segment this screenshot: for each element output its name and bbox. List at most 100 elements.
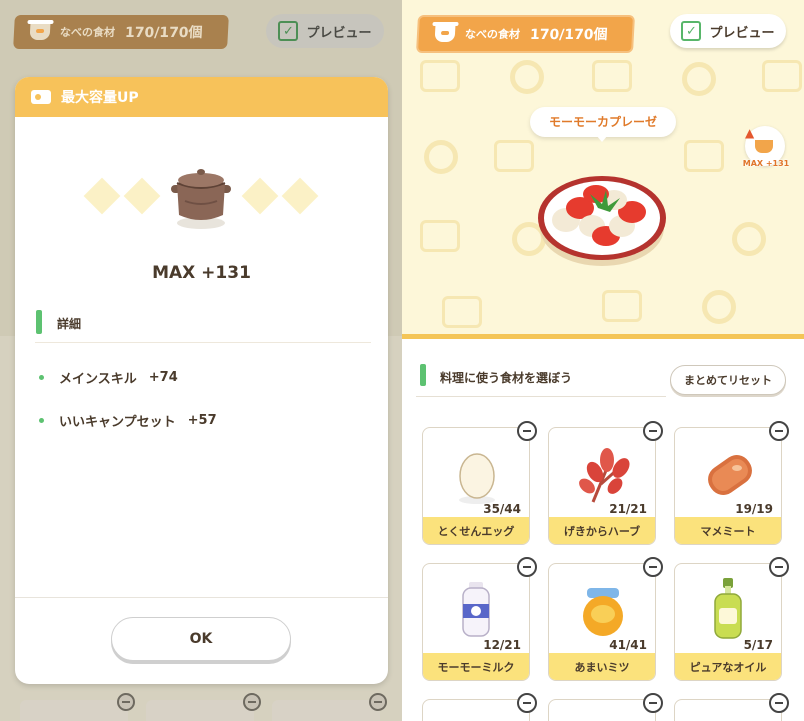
pot-icon	[755, 140, 773, 153]
sparkle-diamond	[123, 177, 161, 215]
bg-pattern	[494, 140, 534, 172]
ingredient-quantity: 12/21	[483, 638, 521, 652]
ingredient-quantity: 5/17	[743, 638, 773, 652]
ok-button[interactable]: OK	[111, 617, 291, 661]
bg-pattern	[762, 60, 802, 92]
ingredient-quantity: 35/44	[483, 502, 521, 516]
ingredient-card[interactable]	[674, 699, 782, 721]
pot-icon	[29, 24, 51, 40]
ingredient-card[interactable]	[422, 699, 530, 721]
ingredient-card[interactable]	[548, 699, 656, 721]
minus-icon[interactable]	[769, 421, 789, 441]
max-capacity-modal: 最大容量UP MAX +131 詳細 メインスキル +74 いいキャンプセット …	[15, 77, 388, 684]
preview-toggle-dimmed: ✓ プレビュー	[266, 14, 384, 48]
arrow-up-icon: ▲	[745, 126, 755, 140]
bubble-tail	[596, 135, 608, 142]
pot-icon	[434, 26, 456, 42]
ingredient-name: とくせんエッグ	[423, 517, 529, 544]
bonus-value: +57	[187, 413, 217, 428]
caprese-dish-icon	[538, 176, 666, 266]
ingredient-card[interactable]: 12/21 モーモーミルク	[422, 563, 530, 681]
section-divider	[402, 334, 804, 339]
minus-icon[interactable]	[517, 557, 537, 577]
bg-pattern	[592, 60, 632, 92]
bonus-value: +74	[148, 370, 178, 385]
ingredient-card-dimmed	[146, 700, 254, 721]
ingredient-card[interactable]: 21/21 げきからハーブ	[548, 427, 656, 545]
sparkle-diamond	[83, 177, 121, 215]
minus-icon[interactable]	[517, 693, 537, 713]
preview-toggle[interactable]: ✓ プレビュー	[670, 14, 786, 48]
reset-all-button[interactable]: まとめてリセット	[670, 365, 786, 395]
ingredient-card[interactable]: 19/19 マメミート	[674, 427, 782, 545]
pot-count: 170/170個	[529, 27, 608, 43]
bonus-label: いいキャンプセット	[59, 415, 176, 430]
minus-icon[interactable]	[517, 421, 537, 441]
minus-icon[interactable]	[769, 693, 789, 713]
pot-capacity-pill: なべの食材 170/170個	[416, 15, 635, 53]
ingredient-card[interactable]: 41/41 あまいミツ	[548, 563, 656, 681]
bg-pattern	[510, 60, 544, 94]
minus-icon	[369, 693, 387, 711]
ingredient-name: げきからハーブ	[549, 517, 655, 544]
checkbox-icon: ✓	[681, 21, 702, 41]
max-capacity-value: MAX +131	[152, 263, 251, 283]
ingredient-name: ピュアなオイル	[675, 653, 781, 680]
ingredient-card[interactable]: 35/44 とくせんエッグ	[422, 427, 530, 545]
section-title: 料理に使う食材を選ぼう	[440, 371, 573, 385]
ingredient-quantity: 21/21	[609, 502, 647, 516]
ingredient-name: あまいミツ	[549, 653, 655, 680]
sparkle-diamond	[281, 177, 319, 215]
bg-pattern	[682, 62, 716, 96]
sparkle-diamond	[241, 177, 279, 215]
right-screen: なべの食材 170/170個 ✓ プレビュー モーモーカプレーゼ ▲ MAX +…	[402, 0, 804, 721]
minus-icon[interactable]	[643, 421, 663, 441]
ingredient-card[interactable]: 5/17 ピュアなオイル	[674, 563, 782, 681]
detail-accent-bar	[36, 310, 42, 334]
preview-label: プレビュー	[709, 25, 775, 41]
ingredient-quantity: 41/41	[609, 638, 647, 652]
max-capacity-badge[interactable]: ▲ MAX +131	[742, 124, 790, 174]
bullet-icon	[39, 418, 44, 423]
bg-pattern	[684, 140, 724, 172]
bonus-label: メインスキル	[59, 372, 137, 387]
divider	[35, 342, 371, 343]
checkbox-icon: ✓	[278, 21, 299, 41]
ingredient-name: モーモーミルク	[423, 653, 529, 680]
pot-label: なべの食材	[59, 26, 116, 39]
preview-label: プレビュー	[306, 25, 372, 41]
minus-icon	[117, 693, 135, 711]
ingredient-card-dimmed	[20, 700, 128, 721]
bg-pattern	[442, 296, 482, 328]
modal-title: 最大容量UP	[61, 90, 139, 106]
left-screen: なべの食材 170/170個 ✓ プレビュー 最大容量UP MAX +131 詳…	[0, 0, 402, 721]
ingredient-quantity: 19/19	[735, 502, 773, 516]
modal-header: 最大容量UP	[15, 77, 388, 117]
bg-pattern	[424, 140, 458, 174]
detail-heading: 詳細	[57, 317, 82, 331]
bonus-item: いいキャンプセット +57	[39, 411, 217, 430]
max-badge-label: MAX +131	[742, 159, 790, 168]
bg-pattern	[420, 60, 460, 92]
minus-icon[interactable]	[769, 557, 789, 577]
bullet-icon	[39, 375, 44, 380]
divider	[15, 597, 388, 598]
minus-icon[interactable]	[643, 693, 663, 713]
bg-pattern	[702, 290, 736, 324]
pot-capacity-pill-dimmed: なべの食材 170/170個	[13, 15, 229, 49]
ingredient-card-dimmed	[272, 700, 380, 721]
section-accent-bar	[420, 364, 426, 386]
capacity-icon	[31, 90, 51, 104]
bg-pattern	[420, 220, 460, 252]
minus-icon[interactable]	[643, 557, 663, 577]
pot-count: 170/170個	[124, 25, 203, 41]
bg-pattern	[732, 222, 766, 256]
pot-label: なべの食材	[464, 28, 521, 41]
cooking-pot-icon	[171, 169, 231, 229]
minus-icon	[243, 693, 261, 711]
bg-pattern	[602, 290, 642, 322]
dish-name-bubble: モーモーカプレーゼ	[530, 107, 676, 137]
ingredient-name: マメミート	[675, 517, 781, 544]
divider	[416, 396, 666, 397]
bonus-item: メインスキル +74	[39, 368, 178, 387]
